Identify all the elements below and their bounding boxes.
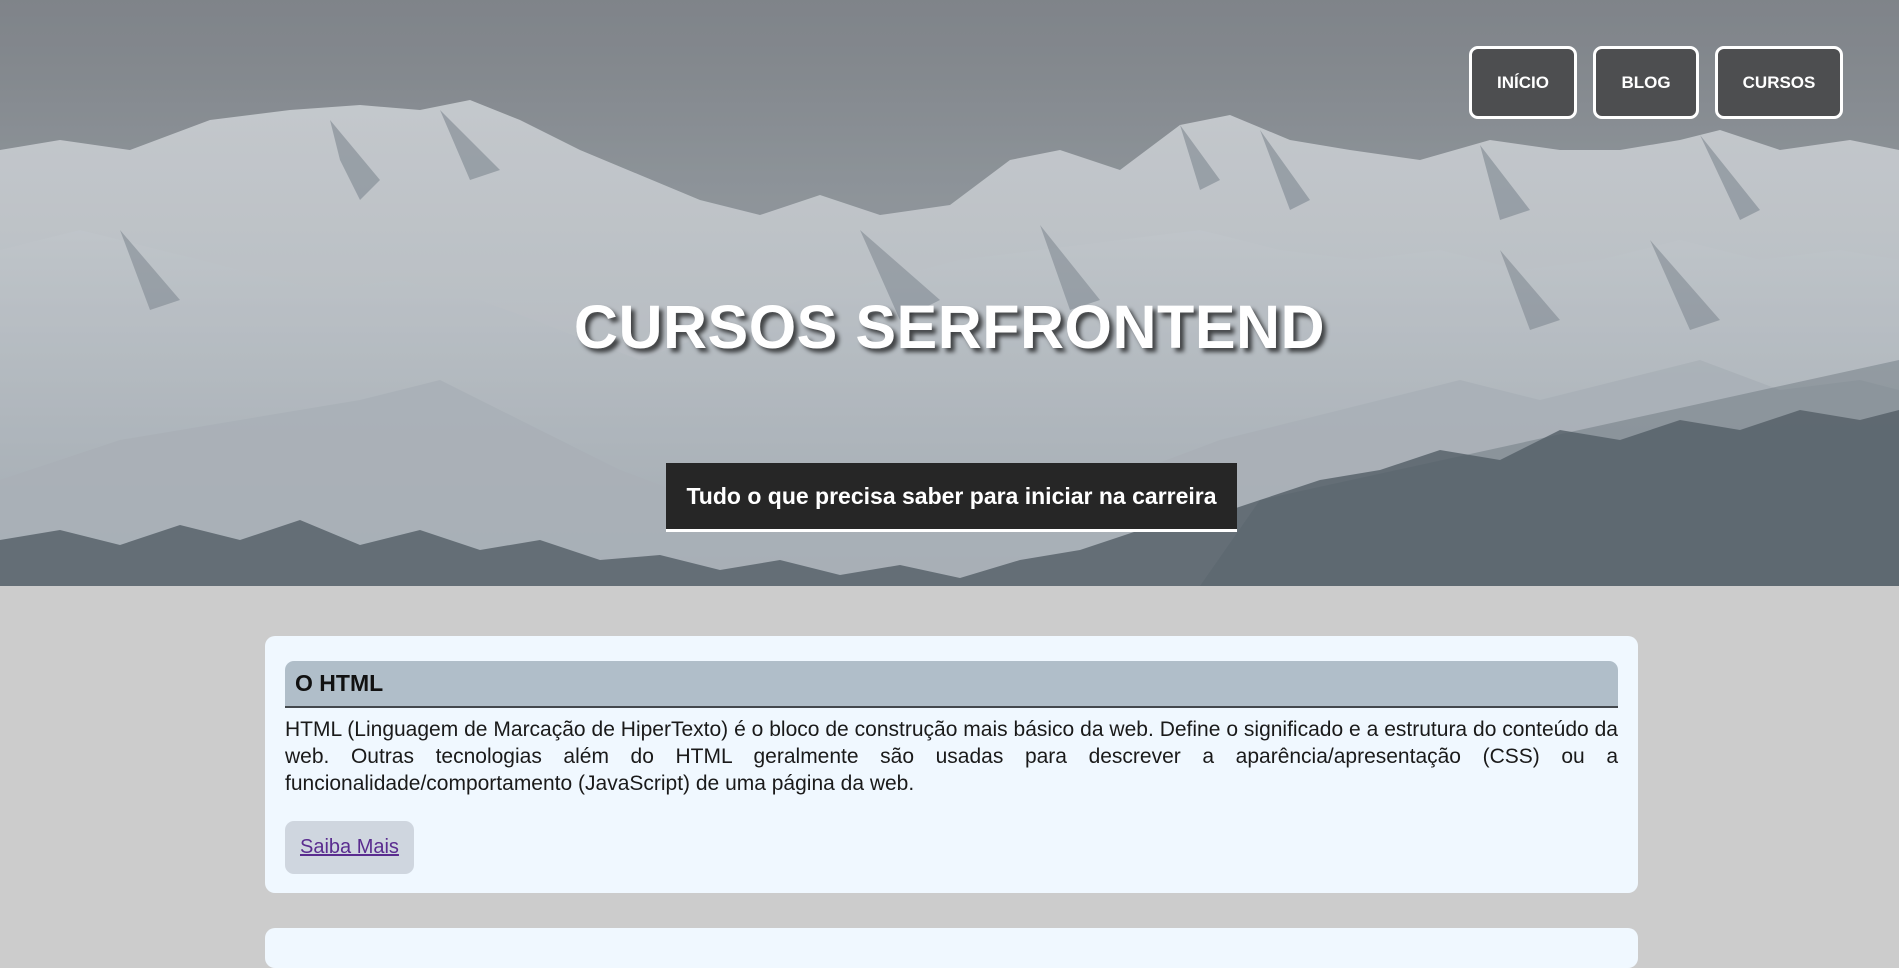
card-header: O HTML — [285, 661, 1618, 708]
saiba-mais-button[interactable]: Saiba Mais — [285, 821, 414, 874]
card-title: O HTML — [295, 670, 384, 696]
saiba-mais-link[interactable]: Saiba Mais — [300, 836, 399, 858]
card-description: HTML (Linguagem de Marcação de HiperText… — [285, 718, 1618, 795]
course-card-html: O HTML HTML (Linguagem de Marcação de Hi… — [265, 636, 1638, 893]
page-title: CURSOS SERFRONTEND — [573, 293, 1326, 361]
course-card-next — [265, 928, 1638, 968]
nav-inicio-button[interactable]: INÍCIO — [1469, 46, 1577, 119]
nav-cursos-button[interactable]: CURSOS — [1715, 46, 1843, 119]
hero-subtitle: Tudo o que precisa saber para iniciar na… — [666, 463, 1237, 532]
top-navigation: INÍCIO BLOG CURSOS — [1469, 46, 1843, 119]
nav-blog-button[interactable]: BLOG — [1593, 46, 1699, 119]
hero-banner: INÍCIO BLOG CURSOS CURSOS SERFRONTEND Tu… — [0, 0, 1899, 586]
